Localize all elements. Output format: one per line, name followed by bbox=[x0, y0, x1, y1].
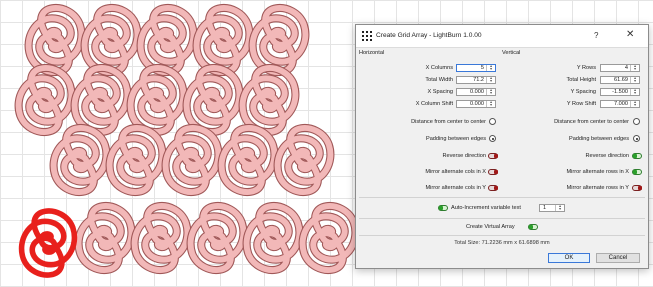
spin-arrows-icon[interactable]: ▲ ▼ bbox=[486, 88, 495, 95]
array-copy-shape[interactable] bbox=[136, 3, 198, 77]
h-mirror-x-label: Mirror alternate cols in X bbox=[425, 169, 486, 175]
array-copy-shape[interactable] bbox=[130, 201, 192, 275]
v-mirror-x-label: Mirror alternate rows in X bbox=[566, 169, 629, 175]
y-rows-value: 4 bbox=[624, 65, 628, 71]
h-reverse-label: Reverse direction bbox=[442, 153, 486, 159]
array-copy-shape[interactable] bbox=[298, 201, 360, 275]
auto-increment-input[interactable]: 1 ▲ ▼ bbox=[539, 204, 565, 212]
x-columns-input[interactable]: 5 ▲ ▼ bbox=[456, 64, 496, 72]
spin-arrows-icon[interactable]: ▲ ▼ bbox=[486, 76, 495, 83]
h-mirror-y-toggle[interactable] bbox=[488, 185, 498, 191]
selected-original-shape[interactable] bbox=[18, 208, 78, 278]
grid-icon bbox=[362, 31, 372, 41]
x-spacing-input[interactable]: 0.000 ▲ ▼ bbox=[456, 88, 496, 96]
y-spacing-input[interactable]: -1.500 ▲ ▼ bbox=[600, 88, 640, 96]
h-mirror-y-label: Mirror alternate cols in Y bbox=[425, 185, 486, 191]
virtual-array-toggle[interactable] bbox=[528, 224, 538, 230]
y-rows-input[interactable]: 4 ▲ ▼ bbox=[600, 64, 640, 72]
h-padding-edges-label: Padding between edges bbox=[425, 136, 486, 142]
array-copy-shape[interactable] bbox=[182, 63, 244, 137]
array-copy-shape[interactable] bbox=[186, 201, 248, 275]
array-copy-shape[interactable] bbox=[217, 123, 279, 197]
array-copy-shape[interactable] bbox=[74, 201, 136, 275]
array-copy-shape[interactable] bbox=[248, 3, 310, 77]
array-copy-shape[interactable] bbox=[14, 63, 76, 137]
x-column-shift-label: X Column Shift bbox=[415, 101, 453, 107]
y-spacing-value: -1.500 bbox=[612, 89, 628, 95]
x-columns-label: X Columns bbox=[425, 65, 453, 71]
h-mirror-x-toggle[interactable] bbox=[488, 169, 498, 175]
x-column-shift-value: 0.000 bbox=[470, 101, 484, 107]
virtual-array-label: Create Virtual Array bbox=[466, 224, 515, 230]
h-reverse-toggle[interactable] bbox=[488, 153, 498, 159]
h-padding-edges-radio[interactable] bbox=[489, 135, 496, 142]
total-height-value: 61.69 bbox=[614, 77, 628, 83]
v-distance-center-radio[interactable] bbox=[633, 118, 640, 125]
array-copy-shape[interactable] bbox=[238, 63, 300, 137]
total-height-label: Total Height bbox=[566, 77, 596, 83]
v-reverse-label: Reverse direction bbox=[585, 153, 629, 159]
spin-arrows-icon[interactable]: ▲ ▼ bbox=[486, 100, 495, 107]
total-height-input[interactable]: 61.69 ▲ ▼ bbox=[600, 76, 640, 84]
y-spacing-label: Y Spacing bbox=[570, 89, 596, 95]
array-copy-shape[interactable] bbox=[49, 123, 111, 197]
y-row-shift-input[interactable]: 7.000 ▲ ▼ bbox=[600, 100, 640, 108]
auto-increment-value: 1 bbox=[543, 205, 547, 211]
total-width-input[interactable]: 71.2 ▲ ▼ bbox=[456, 76, 496, 84]
auto-increment-label: Auto-Increment variable text bbox=[451, 205, 521, 211]
ok-button[interactable]: OK bbox=[548, 253, 590, 263]
v-padding-edges-radio[interactable] bbox=[633, 135, 640, 142]
y-row-shift-label: Y Row Shift bbox=[566, 101, 596, 107]
x-columns-value: 5 bbox=[480, 65, 484, 71]
array-copy-shape[interactable] bbox=[242, 201, 304, 275]
separator bbox=[359, 197, 645, 198]
horizontal-section-label: Horizontal bbox=[359, 50, 385, 56]
x-spacing-value: 0.000 bbox=[470, 89, 484, 95]
spin-arrows-icon[interactable]: ▲ ▼ bbox=[630, 100, 639, 107]
separator bbox=[359, 218, 645, 219]
total-width-value: 71.2 bbox=[473, 77, 484, 83]
title-bar[interactable]: Create Grid Array - LightBurn 1.0.00 ? ✕ bbox=[356, 25, 648, 48]
cancel-button[interactable]: Cancel bbox=[596, 253, 640, 263]
spin-arrows-icon[interactable]: ▲ ▼ bbox=[630, 76, 639, 83]
spin-arrows-icon[interactable]: ▲ ▼ bbox=[630, 88, 639, 95]
separator bbox=[359, 235, 645, 236]
y-rows-label: Y Rows bbox=[576, 65, 596, 71]
vertical-section-label: Vertical bbox=[502, 50, 521, 56]
auto-increment-toggle[interactable] bbox=[438, 205, 448, 211]
array-copy-shape[interactable] bbox=[273, 123, 335, 197]
array-copy-shape[interactable] bbox=[126, 63, 188, 137]
v-mirror-x-toggle[interactable] bbox=[632, 169, 642, 175]
h-distance-center-radio[interactable] bbox=[489, 118, 496, 125]
v-mirror-y-toggle[interactable] bbox=[632, 185, 642, 191]
array-copy-shape[interactable] bbox=[70, 63, 132, 137]
v-padding-edges-label: Padding between edges bbox=[568, 136, 629, 142]
array-copy-shape[interactable] bbox=[192, 3, 254, 77]
spin-arrows-icon[interactable]: ▲ ▼ bbox=[486, 64, 495, 71]
v-mirror-y-label: Mirror alternate rows in Y bbox=[566, 185, 629, 191]
close-button[interactable]: ✕ bbox=[626, 30, 634, 40]
total-width-label: Total Width bbox=[425, 77, 453, 83]
array-copy-shape[interactable] bbox=[161, 123, 223, 197]
total-size-readout: Total Size: 71.2236 mm x 61.6898 mm bbox=[454, 240, 550, 246]
spin-arrows-icon[interactable]: ▲ ▼ bbox=[555, 204, 564, 211]
create-grid-array-dialog: Create Grid Array - LightBurn 1.0.00 ? ✕… bbox=[355, 24, 649, 269]
y-row-shift-value: 7.000 bbox=[614, 101, 628, 107]
help-button[interactable]: ? bbox=[594, 31, 598, 40]
v-distance-center-label: Distance from center to center bbox=[554, 119, 629, 125]
array-copy-shape[interactable] bbox=[80, 3, 142, 77]
array-copy-shape[interactable] bbox=[105, 123, 167, 197]
dialog-title: Create Grid Array - LightBurn 1.0.00 bbox=[376, 32, 482, 39]
array-copy-shape[interactable] bbox=[24, 3, 86, 77]
x-spacing-label: X Spacing bbox=[427, 89, 454, 95]
h-distance-center-label: Distance from center to center bbox=[411, 119, 486, 125]
x-column-shift-input[interactable]: 0.000 ▲ ▼ bbox=[456, 100, 496, 108]
v-reverse-toggle[interactable] bbox=[632, 153, 642, 159]
spin-arrows-icon[interactable]: ▲ ▼ bbox=[630, 64, 639, 71]
